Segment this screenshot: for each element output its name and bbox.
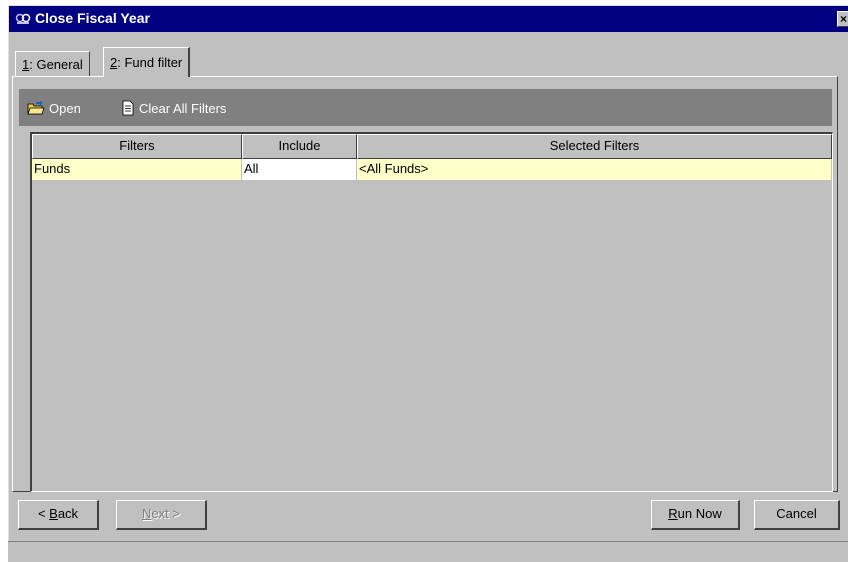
tab-general[interactable]: 1: General <box>15 51 90 76</box>
back-prefix: < <box>37 506 50 521</box>
document-icon <box>122 100 134 116</box>
back-key: B <box>49 506 58 521</box>
grid-header: Filters Include Selected Filters <box>32 134 832 159</box>
open-folder-icon <box>27 100 45 115</box>
column-header-include[interactable]: Include <box>242 134 357 159</box>
back-button[interactable]: < Back <box>18 500 99 530</box>
run-now-button[interactable]: Run Now <box>651 500 740 530</box>
fiscal-year-app-icon <box>15 13 31 24</box>
next-rest: ext > <box>151 506 180 521</box>
back-rest: ack <box>57 506 79 521</box>
tab-fund-filter-label: : Fund filter <box>117 55 183 70</box>
run-key: R <box>668 506 678 521</box>
status-bar <box>8 541 848 562</box>
cell-filters[interactable]: Funds <box>32 159 242 180</box>
filters-grid: Filters Include Selected Filters Funds A… <box>30 132 833 492</box>
close-icon: × <box>839 12 847 26</box>
cancel-button[interactable]: Cancel <box>754 500 840 530</box>
open-label: Open <box>49 100 81 116</box>
window-title: Close Fiscal Year <box>35 10 150 26</box>
column-header-filters[interactable]: Filters <box>32 134 242 159</box>
column-header-selected-filters[interactable]: Selected Filters <box>357 134 832 159</box>
open-button[interactable]: Open <box>27 98 81 118</box>
clear-all-filters-button[interactable]: Clear All Filters <box>121 98 226 118</box>
run-rest: un Now <box>677 506 722 521</box>
clear-all-filters-label: Clear All Filters <box>139 100 227 116</box>
tab-general-label: : General <box>29 57 83 72</box>
title-bar[interactable]: Close Fiscal Year × <box>9 6 848 32</box>
filter-toolbar: Open Clear All Filters <box>19 89 832 126</box>
table-row[interactable]: Funds All <All Funds> <box>32 159 832 180</box>
tab-fund-filter[interactable]: 2: Fund filter <box>103 47 191 77</box>
next-button[interactable]: Next > <box>116 500 207 530</box>
cell-selected-filters[interactable]: <All Funds> <box>357 159 832 180</box>
next-key: N <box>142 506 152 521</box>
cell-include[interactable]: All <box>242 159 357 180</box>
close-button[interactable]: × <box>837 11 848 27</box>
